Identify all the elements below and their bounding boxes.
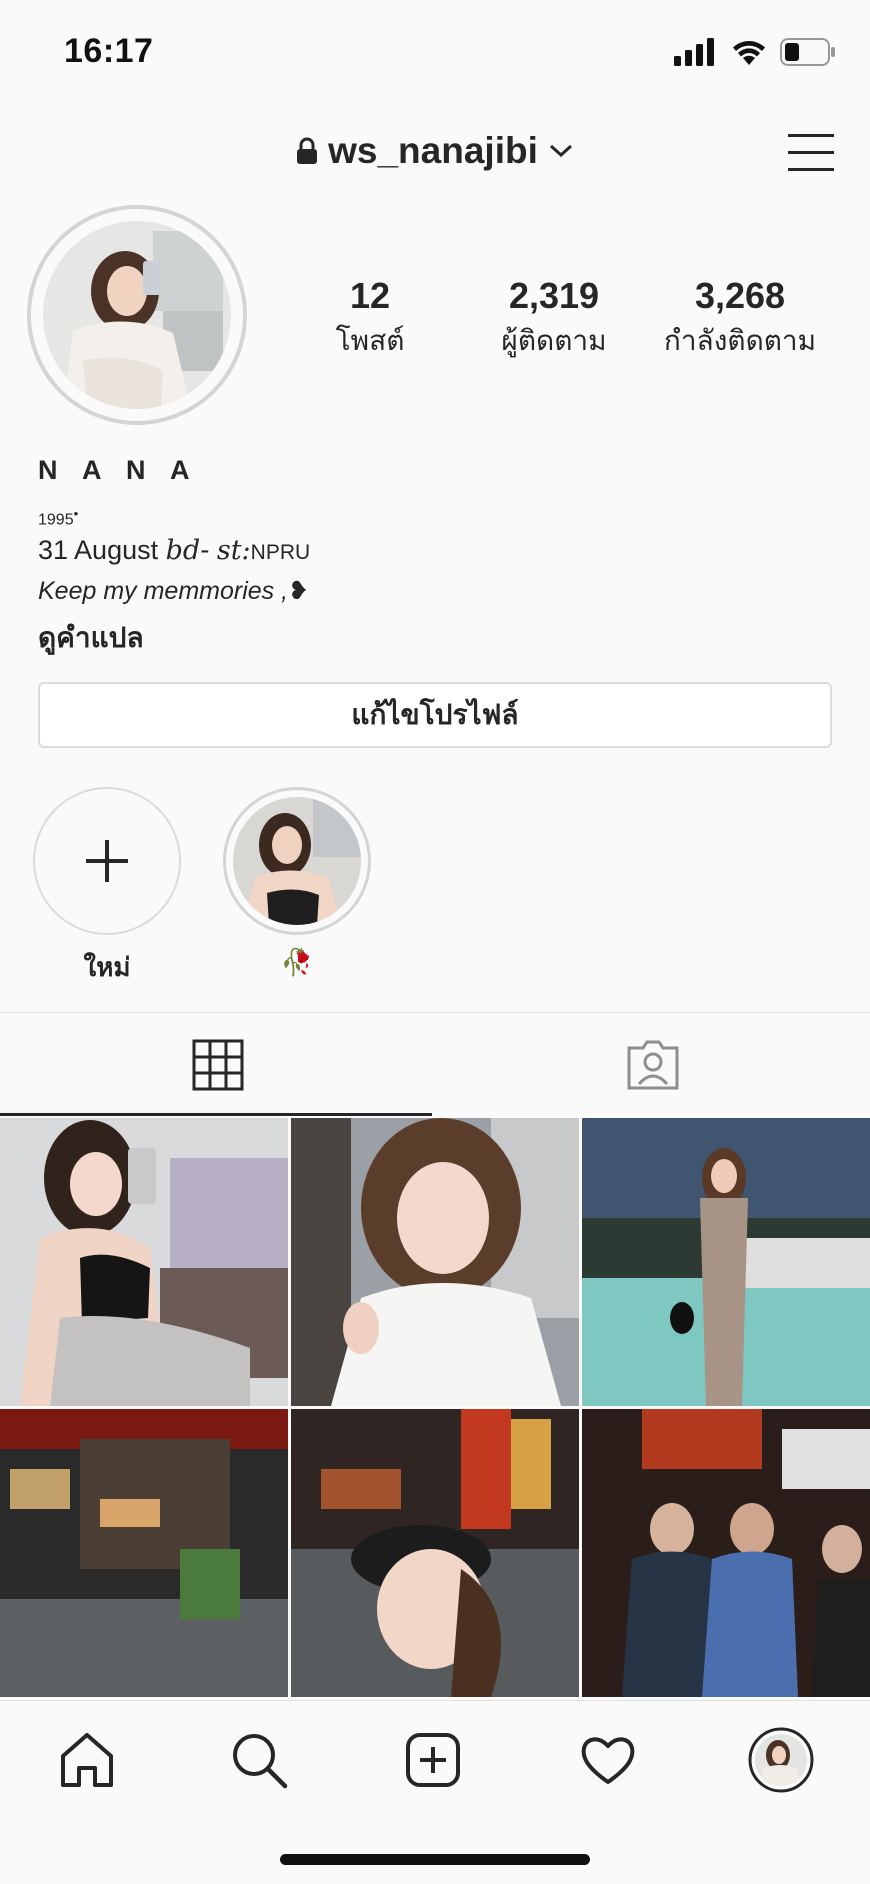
followers-label: ผู้ติดตาม: [501, 325, 607, 356]
edit-profile-button[interactable]: แก้ไขโปรไฟล์: [38, 682, 832, 748]
nav-add-post[interactable]: [398, 1725, 468, 1795]
nav-profile[interactable]: [746, 1725, 816, 1795]
story-thumbnail: [233, 797, 361, 925]
following-count: 3,268: [694, 275, 786, 316]
highlight-story-label: 🥀: [280, 947, 314, 977]
lock-icon: [297, 137, 318, 164]
profile-avatar: [43, 221, 231, 409]
tab-active-indicator: [0, 1113, 432, 1116]
bio: N A N A 1995• 31 August bd- st:NPRU Keep…: [38, 455, 838, 660]
post-thumbnail[interactable]: [582, 1118, 870, 1406]
status-bar: 16:17: [0, 0, 870, 104]
display-name: N A N A: [38, 455, 199, 485]
post-thumbnail[interactable]: [0, 1118, 288, 1406]
battery-icon: [780, 38, 835, 66]
wifi-icon: [733, 41, 765, 65]
tab-tagged[interactable]: [435, 1014, 870, 1116]
see-translation-link[interactable]: ดูคำแปล: [38, 616, 838, 660]
section-divider: [0, 1012, 870, 1013]
chevron-down-icon: [549, 144, 572, 158]
add-post-icon: [406, 1733, 460, 1787]
bio-bd: bd-: [165, 535, 210, 567]
profile-avatar: [748, 1727, 814, 1793]
profile-avatar-ring[interactable]: [27, 205, 247, 425]
bio-year: 1995•: [38, 506, 79, 529]
hamburger-menu-icon: [788, 134, 834, 171]
bio-st: st:: [216, 535, 251, 567]
nav-search[interactable]: [224, 1725, 294, 1795]
highlight-story-circle: [223, 787, 371, 935]
post-thumbnail[interactable]: [291, 1409, 579, 1697]
heart-icon: [581, 1737, 635, 1784]
plus-icon: [86, 840, 128, 882]
account-switcher[interactable]: ws_nanajibi: [0, 130, 870, 172]
username: ws_nanajibi: [328, 130, 538, 171]
nav-home[interactable]: [52, 1725, 122, 1795]
highlight-new[interactable]: ใหม่: [33, 787, 181, 988]
stat-following[interactable]: 3,268 กำลังติดตาม: [652, 275, 828, 363]
following-label: กำลังติดตาม: [663, 325, 817, 356]
highlight-new-label: ใหม่: [83, 952, 131, 982]
post-grid: [0, 1118, 870, 1697]
posts-label: โพสต์: [335, 325, 405, 356]
profile-header: ws_nanajibi: [0, 120, 870, 190]
tab-grid[interactable]: [0, 1014, 435, 1116]
grid-icon: [192, 1039, 243, 1091]
bio-year-text: 1995: [38, 511, 74, 529]
stat-followers[interactable]: 2,319 ผู้ติดตาม: [484, 275, 624, 363]
stat-posts[interactable]: 12 โพสต์: [310, 275, 430, 363]
search-icon: [233, 1734, 288, 1789]
post-thumbnail[interactable]: [291, 1118, 579, 1406]
bio-school: NPRU: [250, 541, 311, 565]
bottom-nav: [0, 1700, 870, 1884]
highlight-new-circle: [33, 787, 181, 935]
home-indicator: [280, 1854, 590, 1865]
post-thumbnail[interactable]: [0, 1409, 288, 1697]
status-time: 16:17: [64, 32, 154, 70]
tagged-person-icon: [627, 1040, 678, 1090]
followers-count: 2,319: [508, 275, 600, 316]
menu-button[interactable]: [786, 130, 836, 176]
bio-date: 31 August: [38, 535, 159, 566]
bio-date-line: 31 August bd- st:NPRU: [38, 535, 838, 566]
home-icon: [61, 1733, 113, 1787]
nav-activity[interactable]: [573, 1725, 643, 1795]
bio-tagline: Keep my memmories ,❥: [38, 577, 310, 606]
posts-count: 12: [349, 275, 391, 316]
post-thumbnail[interactable]: [582, 1409, 870, 1697]
signal-icon: [674, 38, 714, 66]
status-icons: [674, 38, 836, 66]
highlight-story[interactable]: 🥀: [223, 787, 371, 978]
